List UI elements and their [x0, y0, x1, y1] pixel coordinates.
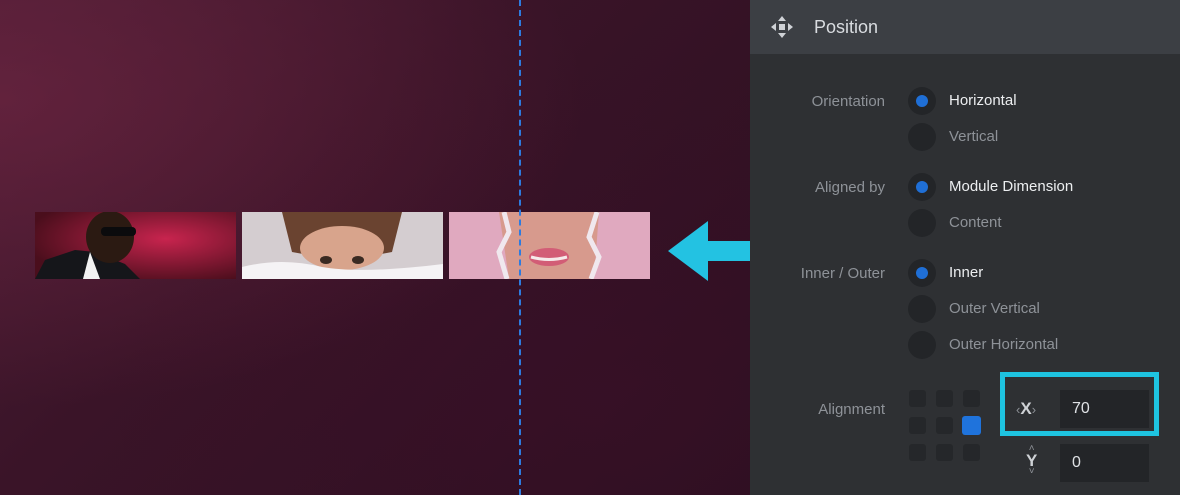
align-bottom-left[interactable]: [909, 444, 926, 461]
aligned-by-label: Aligned by: [814, 179, 885, 196]
option-outer-horizontal[interactable]: Outer Horizontal: [949, 336, 1058, 353]
align-middle-center[interactable]: [936, 417, 953, 434]
align-bottom-right[interactable]: [963, 444, 980, 461]
align-middle-right[interactable]: [962, 416, 981, 435]
thumbnail-man-sunglasses[interactable]: [35, 212, 236, 279]
alignment-label: Alignment: [818, 401, 885, 418]
radio-outer-vertical[interactable]: [908, 295, 936, 323]
inner-outer-label: Inner / Outer: [800, 265, 885, 282]
x-axis-label: X: [1020, 399, 1032, 418]
option-outer-vertical[interactable]: Outer Vertical: [949, 300, 1040, 317]
thumbnail-torn-paper-lips[interactable]: [449, 212, 650, 279]
x-offset-input[interactable]: [1060, 390, 1149, 428]
panel-title: Position: [814, 17, 879, 37]
center-guide-line: [519, 0, 521, 495]
option-inner[interactable]: Inner: [949, 264, 983, 281]
option-horizontal[interactable]: Horizontal: [949, 92, 1017, 109]
thumbnail-woman-blanket[interactable]: [242, 212, 443, 279]
align-middle-left[interactable]: [909, 417, 926, 434]
preview-canvas: [0, 0, 810, 495]
option-vertical[interactable]: Vertical: [949, 128, 998, 145]
radio-inner[interactable]: [908, 259, 936, 287]
option-module-dimension[interactable]: Module Dimension: [949, 178, 1073, 195]
position-panel: Position Orientation Horizontal Vertical…: [750, 0, 1180, 495]
radio-outer-horizontal[interactable]: [908, 331, 936, 359]
radio-vertical[interactable]: [908, 123, 936, 151]
align-top-left[interactable]: [909, 390, 926, 407]
radio-module-dimension[interactable]: [908, 173, 936, 201]
option-content[interactable]: Content: [949, 214, 1002, 231]
orientation-label: Orientation: [811, 93, 885, 110]
move-arrows-icon: [771, 16, 793, 38]
x-axis-icon: ‹X›: [1016, 399, 1037, 418]
y-axis-icon: ˄ Y ˅: [1026, 443, 1038, 477]
radio-content[interactable]: [908, 209, 936, 237]
y-offset-input[interactable]: [1060, 444, 1149, 482]
radio-horizontal[interactable]: [908, 87, 936, 115]
align-bottom-center[interactable]: [936, 444, 953, 461]
align-top-center[interactable]: [936, 390, 953, 407]
panel-header: Position: [750, 0, 1180, 54]
align-top-right[interactable]: [963, 390, 980, 407]
